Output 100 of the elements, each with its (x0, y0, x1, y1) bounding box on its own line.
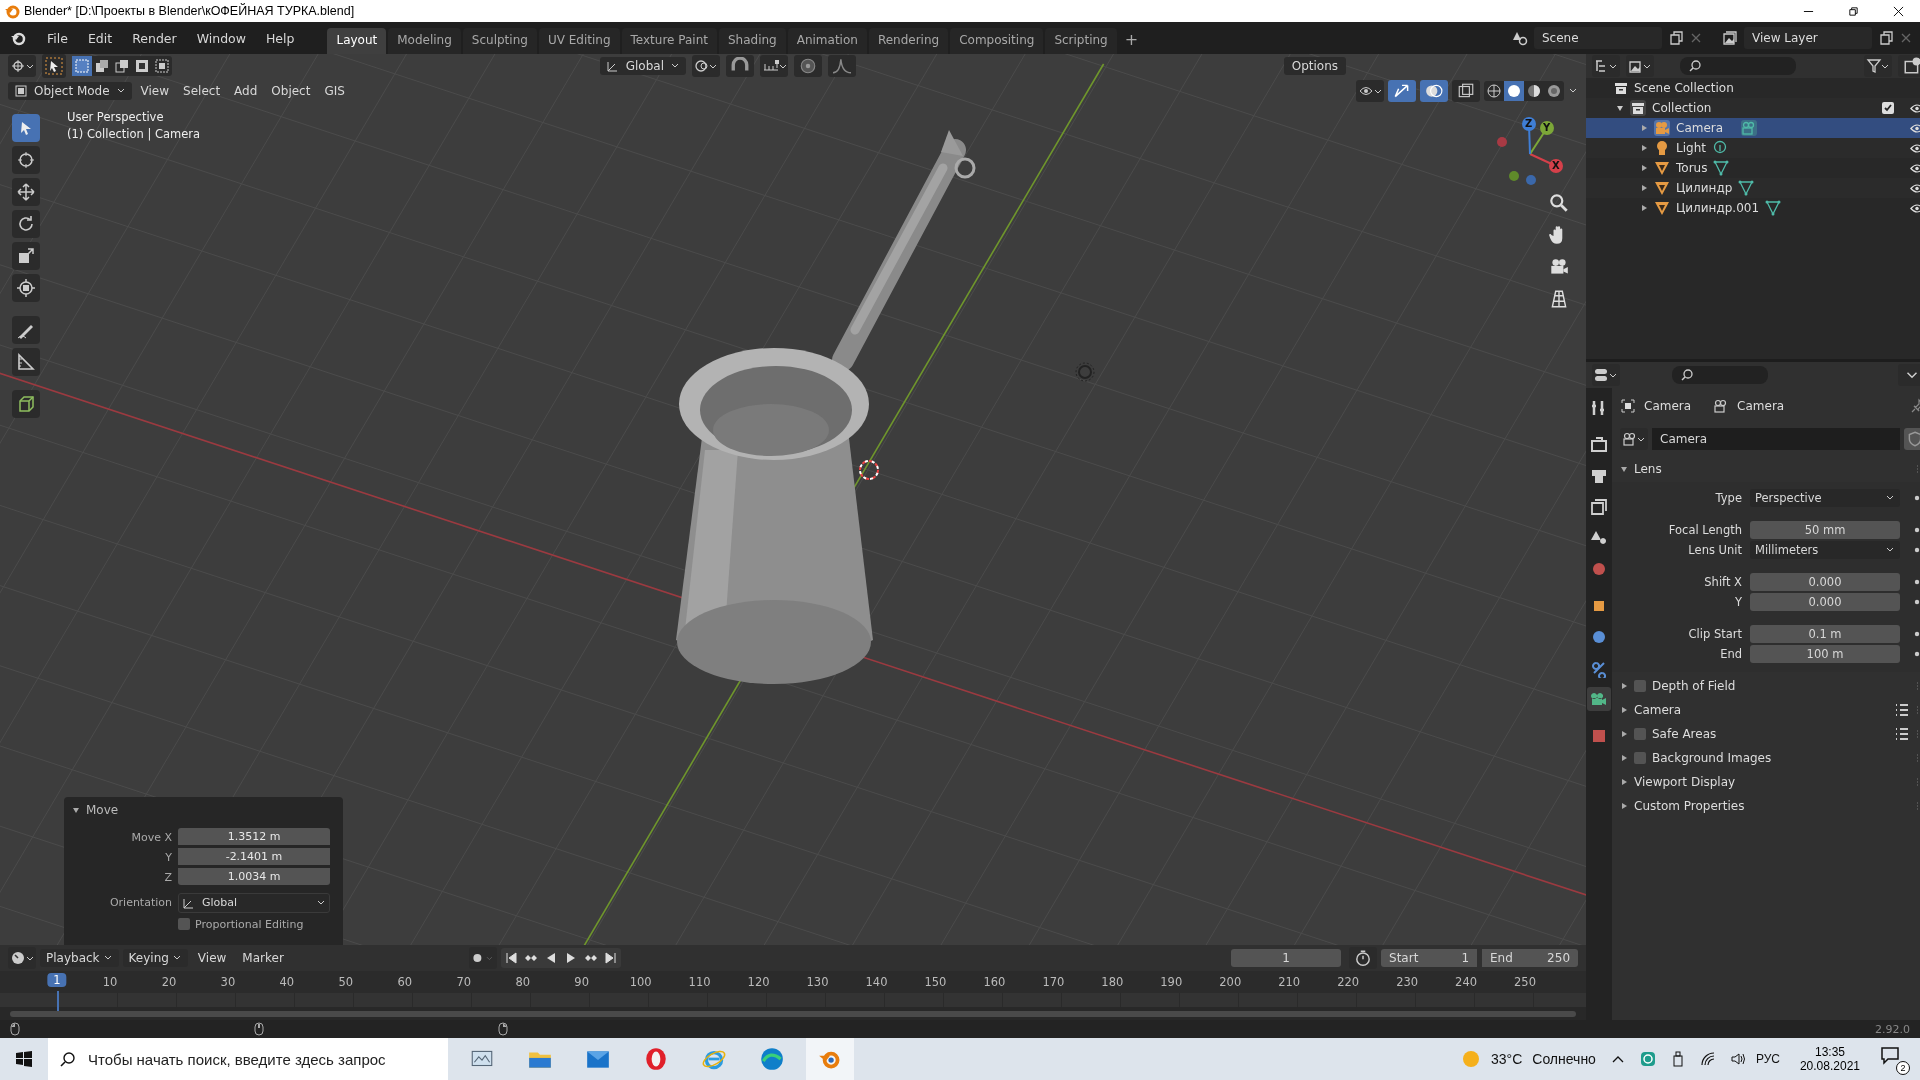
filter-icon[interactable] (1864, 55, 1892, 77)
outliner-row[interactable]: Torus (1586, 158, 1920, 178)
timeline-menu[interactable]: View (191, 949, 233, 967)
eye-icon[interactable] (1910, 182, 1920, 194)
expand-arrow-icon[interactable] (1640, 164, 1648, 172)
menu-item[interactable]: Help (258, 27, 302, 49)
expand-arrow-icon[interactable] (1640, 204, 1648, 212)
workspace-tab[interactable]: Compositing (950, 28, 1044, 54)
view-layer-field[interactable]: View Layer (1744, 27, 1872, 49)
keyframe-dot-icon[interactable] (1914, 599, 1920, 605)
viewport-menu[interactable]: Select (178, 82, 226, 100)
search-field[interactable] (1680, 57, 1796, 75)
current-frame-field[interactable]: 1 (1231, 949, 1341, 967)
copy-icon[interactable] (1878, 30, 1894, 46)
mode-dropdown[interactable]: Object Mode (8, 82, 132, 100)
visibility-icon[interactable] (1356, 80, 1384, 102)
workspace-tab[interactable]: UV Editing (538, 28, 620, 54)
cursor-tool-icon[interactable] (12, 146, 40, 174)
outliner-row[interactable]: Цилиндр.001 (1586, 198, 1920, 218)
measure-tool-icon[interactable] (12, 348, 40, 376)
expand-arrow-icon[interactable] (1640, 184, 1648, 192)
falloff-curve-icon[interactable] (828, 55, 856, 77)
scene-field[interactable]: Scene (1534, 27, 1662, 49)
viewport-menu[interactable]: View (135, 82, 175, 100)
keyframe-dot-icon[interactable] (1914, 547, 1920, 553)
search-field[interactable] (1672, 366, 1768, 384)
workspace-tab[interactable]: Shading (718, 28, 786, 54)
panel-title[interactable]: Depth of Field (1652, 679, 1736, 693)
snap-magnet-icon[interactable] (726, 55, 754, 77)
checkbox[interactable] (178, 918, 190, 930)
options-dropdown-icon[interactable] (1898, 364, 1920, 386)
number-field[interactable]: -2.1401 m (178, 848, 330, 865)
outliner-row[interactable]: Camera (1586, 118, 1920, 138)
intersect-selection-icon[interactable] (152, 56, 172, 76)
stopwatch-icon[interactable] (1349, 947, 1377, 969)
keyframe-dot-icon[interactable] (1914, 651, 1920, 657)
expand-arrow-icon[interactable] (1620, 754, 1628, 762)
panel-title[interactable]: Lens (1634, 462, 1662, 476)
number-field[interactable]: 0.000 (1750, 573, 1900, 591)
workspace-tab[interactable]: Sculpting (462, 28, 537, 54)
transform-tool-icon[interactable] (12, 274, 40, 302)
blender-app-icon[interactable] (806, 1038, 854, 1080)
speaker-icon[interactable] (1729, 1051, 1746, 1067)
number-field[interactable]: 0.000 (1750, 593, 1900, 611)
fake-user-shield-icon[interactable] (1904, 428, 1920, 450)
move-tool-icon[interactable] (12, 178, 40, 206)
panel-title[interactable]: Viewport Display (1634, 775, 1736, 789)
viewport-menu[interactable]: GIS (319, 82, 350, 100)
menu-item[interactable]: Edit (80, 27, 120, 49)
editor-type-icon[interactable] (8, 55, 36, 77)
menu-item[interactable]: Render (125, 27, 184, 49)
mesh-data-icon[interactable] (1738, 180, 1755, 196)
start-frame-field[interactable]: Start 1 (1381, 949, 1477, 967)
expand-arrow-icon[interactable] (1620, 778, 1628, 786)
panel-title[interactable]: Background Images (1652, 751, 1772, 765)
blender-logo-icon[interactable] (10, 30, 26, 46)
editor-type-icon[interactable] (8, 947, 36, 969)
menu-item[interactable]: Window (189, 27, 253, 49)
add-workspace-button[interactable]: + (1118, 28, 1145, 54)
solid-shading-icon[interactable] (1504, 81, 1524, 101)
breadcrumb-item[interactable]: Camera (1644, 399, 1692, 413)
workspace-tab[interactable]: Scripting (1045, 28, 1117, 54)
number-field[interactable]: 100 m (1750, 645, 1900, 663)
eye-icon[interactable] (1910, 202, 1920, 214)
workspace-tab[interactable]: Layout (327, 28, 387, 54)
current-frame-marker[interactable]: 1 (47, 973, 67, 987)
expand-arrow-icon[interactable] (1620, 682, 1628, 690)
end-frame-field[interactable]: End 250 (1482, 949, 1578, 967)
camera-data-icon[interactable] (1620, 428, 1648, 450)
proportional-editing-icon[interactable] (794, 55, 822, 77)
remove-icon[interactable] (1690, 32, 1702, 44)
checkbox[interactable] (1634, 752, 1646, 764)
camera-data-tab[interactable] (1587, 687, 1611, 711)
checkbox[interactable] (1634, 728, 1646, 740)
view-layer-icon[interactable] (1626, 55, 1654, 77)
view-layer-icon[interactable] (1722, 30, 1738, 46)
collapse-arrow-icon[interactable] (1620, 465, 1628, 473)
number-field[interactable]: 50 mm (1750, 521, 1900, 539)
timeline-scrollbar[interactable] (10, 1011, 1576, 1017)
playback-controls[interactable] (501, 948, 622, 968)
viewport-menu[interactable]: Add (229, 82, 263, 100)
workspace-tab[interactable]: Texture Paint (621, 28, 717, 54)
mesh-data-icon[interactable] (1713, 160, 1730, 176)
eye-icon[interactable] (1910, 102, 1920, 114)
expand-arrow-icon[interactable] (1616, 104, 1624, 112)
viewport-menu[interactable]: Object (266, 82, 316, 100)
wifi-icon[interactable] (1699, 1051, 1716, 1067)
workspace-tab[interactable]: Rendering (868, 28, 949, 54)
checkbox[interactable] (1634, 680, 1646, 692)
keyframe-dot-icon[interactable] (1914, 495, 1920, 501)
mesh-data-icon[interactable] (1765, 200, 1782, 216)
keyframe-dot-icon[interactable] (1914, 631, 1920, 637)
presets-list-icon[interactable] (1894, 702, 1910, 718)
options-dropdown[interactable]: Options (1283, 57, 1346, 75)
datablock-name-field[interactable]: Camera (1652, 428, 1900, 450)
dropdown[interactable]: Perspective (1750, 489, 1900, 507)
outliner-item[interactable]: Collection (1652, 101, 1712, 115)
expand-arrow-icon[interactable] (1620, 706, 1628, 714)
orientation-dropdown[interactable]: Global (599, 57, 686, 75)
select-tool-icon[interactable] (42, 54, 66, 78)
